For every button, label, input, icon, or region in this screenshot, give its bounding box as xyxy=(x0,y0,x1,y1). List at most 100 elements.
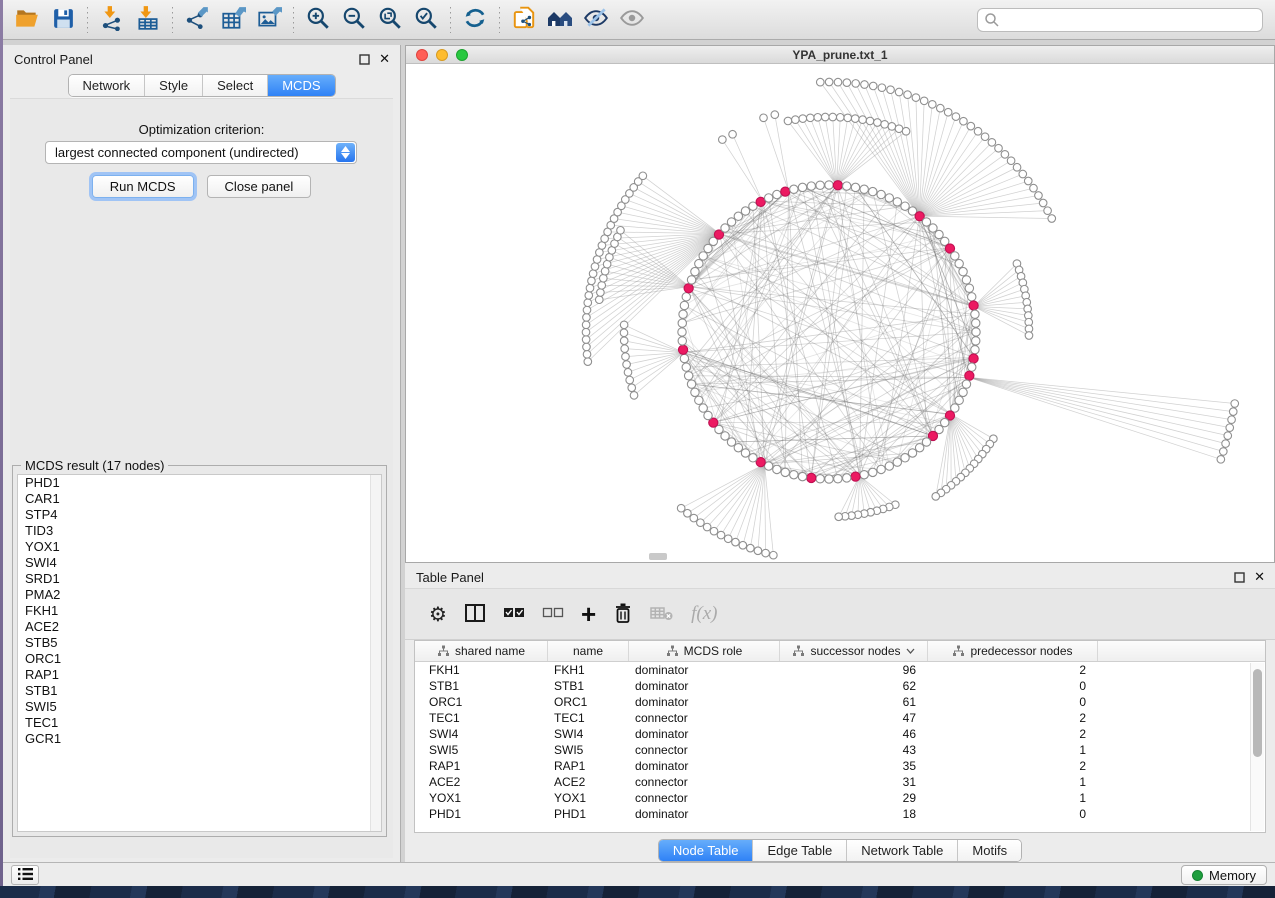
toolbar-separator xyxy=(172,7,173,33)
open-file-button[interactable] xyxy=(9,4,45,36)
select-all-button[interactable] xyxy=(503,605,525,624)
float-panel-icon[interactable] xyxy=(1234,572,1245,583)
add-column-button[interactable]: + xyxy=(581,604,596,624)
mcds-result-item[interactable]: SRD1 xyxy=(18,571,381,587)
table-row[interactable]: FKH1FKH1dominator962 xyxy=(415,662,1265,678)
table-scrollbar-thumb[interactable] xyxy=(1253,669,1262,757)
tab-edge-table[interactable]: Edge Table xyxy=(753,840,847,861)
mcds-result-item[interactable]: RAP1 xyxy=(18,667,381,683)
tab-select[interactable]: Select xyxy=(203,75,268,96)
zoom-out-button[interactable] xyxy=(336,4,372,36)
mcds-result-item[interactable]: STB5 xyxy=(18,635,381,651)
import-network-button[interactable] xyxy=(94,4,130,36)
houses-button[interactable] xyxy=(542,4,578,36)
table-panel: Table Panel ✕ ⚙ + xyxy=(405,563,1275,862)
table-row[interactable]: ORC1ORC1dominator610 xyxy=(415,694,1265,710)
hide-selected-button[interactable] xyxy=(578,4,614,36)
tab-network-table[interactable]: Network Table xyxy=(847,840,958,861)
criterion-dropdown[interactable]: largest connected component (undirected) xyxy=(45,141,357,164)
task-history-button[interactable] xyxy=(11,865,39,885)
close-panel-button[interactable]: Close panel xyxy=(207,175,312,198)
mcds-result-item[interactable]: PMA2 xyxy=(18,587,381,603)
float-panel-icon[interactable] xyxy=(359,54,370,65)
table-row[interactable]: SWI5SWI5connector431 xyxy=(415,742,1265,758)
export-image-button[interactable] xyxy=(251,4,287,36)
tab-node-table[interactable]: Node Table xyxy=(659,840,754,861)
search-input[interactable] xyxy=(977,8,1263,32)
mcds-result-item[interactable]: ORC1 xyxy=(18,651,381,667)
mcds-result-item[interactable]: FKH1 xyxy=(18,603,381,619)
deselect-all-button[interactable] xyxy=(542,605,564,624)
mcds-list-scrollbar[interactable] xyxy=(370,475,381,831)
mcds-result-item[interactable]: TID3 xyxy=(18,523,381,539)
gear-icon: ⚙ xyxy=(429,604,447,624)
mcds-result-item[interactable]: ACE2 xyxy=(18,619,381,635)
mcds-result-item[interactable]: SWI5 xyxy=(18,699,381,715)
list-icon xyxy=(17,867,34,884)
mcds-result-item[interactable]: STP4 xyxy=(18,507,381,523)
refresh-arrows-icon xyxy=(462,5,488,34)
toolbar-separator xyxy=(87,7,88,33)
mcds-result-list[interactable]: PHD1CAR1STP4TID3YOX1SWI4SRD1PMA2FKH1ACE2… xyxy=(17,474,382,832)
network-canvas[interactable] xyxy=(406,64,1274,562)
cell-predecessor-nodes: 2 xyxy=(928,727,1098,741)
show-columns-button[interactable] xyxy=(464,603,486,626)
cell-name: RAP1 xyxy=(548,759,629,773)
table-settings-button[interactable]: ⚙ xyxy=(429,604,447,624)
zoom-selected-button[interactable] xyxy=(408,4,444,36)
show-all-button[interactable] xyxy=(614,4,650,36)
zoom-in-icon xyxy=(305,5,331,34)
column-header-name[interactable]: name xyxy=(548,641,629,661)
column-header-predecessor-nodes[interactable]: predecessor nodes xyxy=(928,641,1098,661)
mcds-result-item[interactable]: PHD1 xyxy=(18,475,381,491)
table-row[interactable]: SWI4SWI4dominator462 xyxy=(415,726,1265,742)
tab-mcds[interactable]: MCDS xyxy=(268,75,334,96)
cell-shared-name: ORC1 xyxy=(415,695,548,709)
mcds-result-item[interactable]: GCR1 xyxy=(18,731,381,747)
close-panel-icon[interactable]: ✕ xyxy=(379,53,390,65)
tab-network[interactable]: Network xyxy=(68,75,145,96)
cell-shared-name: SWI5 xyxy=(415,743,548,757)
table-row[interactable]: YOX1YOX1connector291 xyxy=(415,790,1265,806)
cell-name: STB1 xyxy=(548,679,629,693)
cell-mcds-role: dominator xyxy=(629,759,780,773)
export-table-button[interactable] xyxy=(215,4,251,36)
table-row[interactable]: RAP1RAP1dominator352 xyxy=(415,758,1265,774)
table-tab-bar: Node Table Edge Table Network Table Moti… xyxy=(658,839,1022,862)
mcds-result-item[interactable]: TEC1 xyxy=(18,715,381,731)
zoom-in-button[interactable] xyxy=(300,4,336,36)
column-header-shared-name[interactable]: shared name xyxy=(415,641,548,661)
apply-layout-button[interactable] xyxy=(457,4,493,36)
network-hscroll-thumb[interactable] xyxy=(649,553,667,560)
mcds-result-item[interactable]: SWI4 xyxy=(18,555,381,571)
save-session-button[interactable] xyxy=(45,4,81,36)
close-panel-icon[interactable]: ✕ xyxy=(1254,571,1265,583)
table-row[interactable]: ACE2ACE2connector311 xyxy=(415,774,1265,790)
network-titlebar[interactable]: YPA_prune.txt_1 xyxy=(406,46,1274,64)
column-header-successor-nodes[interactable]: successor nodes xyxy=(780,641,928,661)
mcds-result-item[interactable]: YOX1 xyxy=(18,539,381,555)
import-table-button[interactable] xyxy=(130,4,166,36)
dropdown-stepper-icon xyxy=(336,143,355,162)
delete-column-button[interactable] xyxy=(613,602,633,627)
mcds-result-item[interactable]: CAR1 xyxy=(18,491,381,507)
memory-button[interactable]: Memory xyxy=(1181,865,1267,885)
cell-mcds-role: connector xyxy=(629,743,780,757)
export-network-button[interactable] xyxy=(179,4,215,36)
column-header-mcds-role[interactable]: MCDS role xyxy=(629,641,780,661)
mcds-result-item[interactable]: STB1 xyxy=(18,683,381,699)
cell-shared-name: RAP1 xyxy=(415,759,548,773)
table-scrollbar[interactable] xyxy=(1250,663,1264,831)
tab-style[interactable]: Style xyxy=(145,75,203,96)
table-row[interactable]: STB1STB1dominator620 xyxy=(415,678,1265,694)
table-row[interactable]: TEC1TEC1connector472 xyxy=(415,710,1265,726)
cell-mcds-role: dominator xyxy=(629,663,780,677)
tab-motifs[interactable]: Motifs xyxy=(958,840,1021,861)
mcds-result-title: MCDS result (17 nodes) xyxy=(21,458,168,473)
run-mcds-button[interactable]: Run MCDS xyxy=(92,175,194,198)
zoom-fit-button[interactable] xyxy=(372,4,408,36)
cell-shared-name: TEC1 xyxy=(415,711,548,725)
table-row[interactable]: PHD1PHD1dominator180 xyxy=(415,806,1265,822)
memory-label: Memory xyxy=(1209,868,1256,883)
clone-network-button[interactable] xyxy=(506,4,542,36)
